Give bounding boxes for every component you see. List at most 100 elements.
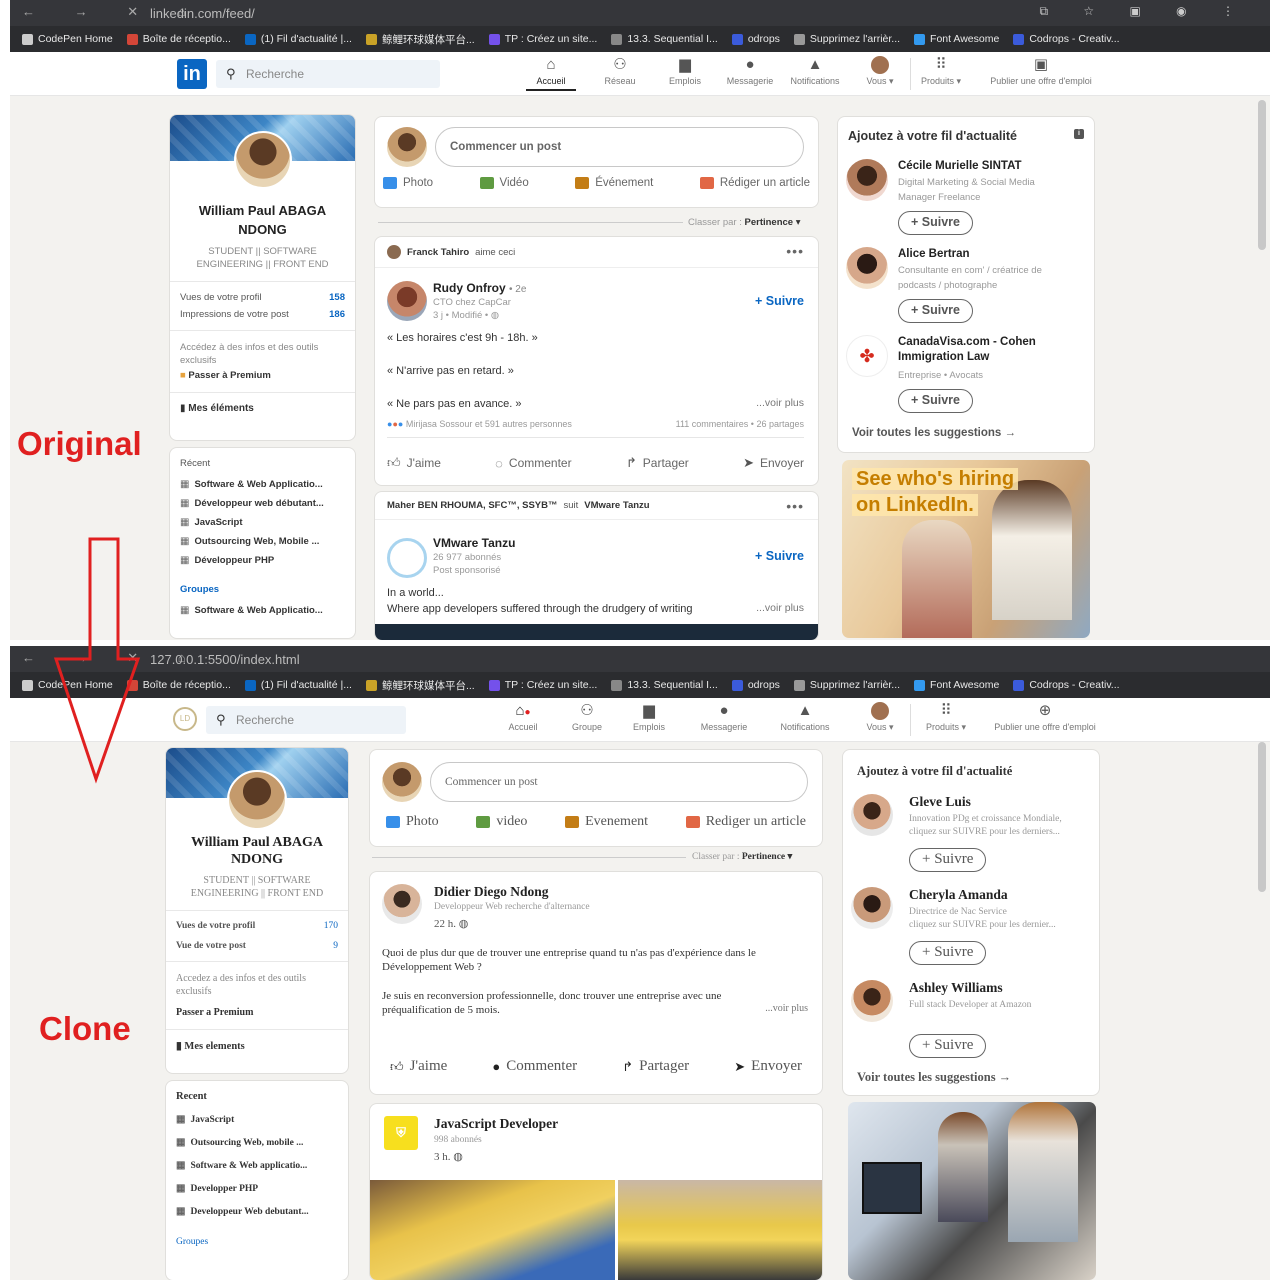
profile-views-row[interactable]: Vues de votre profil 170 bbox=[166, 921, 348, 931]
bookmark-item[interactable]: 13.3. Sequential I... bbox=[611, 679, 718, 691]
write-article-button[interactable]: Rédiger un article bbox=[699, 177, 810, 189]
avatar[interactable] bbox=[387, 245, 401, 259]
recent-item[interactable]: ▦ Software & Web Applicatio... bbox=[170, 475, 355, 494]
event-button[interactable]: Evenement bbox=[565, 814, 648, 830]
linkedin-logo[interactable]: in bbox=[177, 59, 207, 89]
nav-produits[interactable]: ⠿ Produits ▾ bbox=[916, 702, 976, 733]
suggestion-name[interactable]: Gleve Luis bbox=[909, 794, 971, 809]
my-items-link[interactable]: ▮ Mes éléments bbox=[170, 403, 355, 414]
address-bar[interactable]: ← → ✕ ⌂ linkedin.com/feed/ ⧉ ☆ ▣ ◉ ⋮ bbox=[10, 0, 1270, 26]
follow-button[interactable]: + Suivre bbox=[909, 1034, 987, 1058]
reactions-summary[interactable]: ●●● Mirijasa Sossour et 591 autres perso… bbox=[387, 419, 804, 429]
suggestion-avatar[interactable] bbox=[851, 887, 893, 929]
url-text[interactable]: linkedin.com/feed/ bbox=[150, 6, 255, 21]
javascript-logo[interactable]: ⛨ bbox=[384, 1116, 418, 1150]
bookmark-item[interactable]: Codrops - Creativ... bbox=[1013, 33, 1120, 45]
nav-publier-offre[interactable]: ⊕ Publier une offre d'emploi bbox=[980, 702, 1110, 732]
bookmark-item[interactable]: Supprimez l'arrièr... bbox=[793, 33, 900, 45]
bookmark-item[interactable]: (1) Fil d'actualité |... bbox=[244, 33, 352, 45]
scrollbar-thumb[interactable] bbox=[1258, 100, 1266, 250]
scrollbar-thumb[interactable] bbox=[1258, 742, 1266, 892]
suggestion-name[interactable]: Alice Bertran bbox=[898, 247, 970, 262]
suggestion-name[interactable]: Cécile Murielle SINTAT bbox=[898, 159, 1022, 174]
more-options-icon[interactable]: ••• bbox=[786, 498, 804, 514]
bookmark-item[interactable]: CodePen Home bbox=[22, 33, 113, 45]
company-logo[interactable]: ✤ bbox=[846, 335, 888, 377]
group-item[interactable]: ▦ Software & Web Applicatio... bbox=[170, 601, 355, 620]
groups-link[interactable]: Groupes bbox=[170, 570, 355, 601]
comment-button[interactable]: ● Commenter bbox=[492, 1058, 577, 1075]
info-icon[interactable]: i bbox=[1074, 129, 1084, 139]
more-options-icon[interactable]: ••• bbox=[786, 243, 804, 259]
bookmark-item[interactable]: Font Awesome bbox=[914, 679, 999, 691]
nav-accueil[interactable]: ⌂ Accueil bbox=[526, 56, 576, 91]
nav-vous[interactable]: Vous ▾ bbox=[858, 702, 902, 733]
bookmark-item[interactable]: Font Awesome bbox=[914, 33, 999, 45]
recent-item[interactable]: ▦ Outsourcing Web, Mobile ... bbox=[170, 532, 355, 551]
follow-button[interactable]: + Suivre bbox=[755, 294, 804, 308]
suggestion-avatar[interactable] bbox=[851, 794, 893, 836]
nav-vous[interactable]: Vous ▾ bbox=[858, 56, 902, 87]
recent-item[interactable]: ▦ JavaScript bbox=[170, 513, 355, 532]
share-button[interactable]: ↱ Partager bbox=[626, 455, 689, 471]
like-button[interactable]: 👍︎ J'aime bbox=[387, 455, 441, 471]
comment-button[interactable]: ◌ Commenter bbox=[495, 455, 571, 471]
search-input[interactable]: ⚲ Recherche bbox=[206, 706, 406, 734]
see-more-link[interactable]: ...voir plus bbox=[756, 602, 804, 614]
context-target[interactable]: VMware Tanzu bbox=[584, 500, 649, 511]
bookmark-item[interactable]: 鲸鲤环球媒体平台... bbox=[365, 678, 475, 693]
send-button[interactable]: ➤ Envoyer bbox=[734, 1058, 802, 1075]
nav-produits[interactable]: ⠿ Produits ▾ bbox=[916, 56, 966, 87]
premium-link[interactable]: ■ Passer à Premium bbox=[180, 369, 345, 382]
start-post-input[interactable]: Commencer un post bbox=[430, 762, 808, 802]
see-more-link[interactable]: ...voir plus bbox=[756, 397, 804, 409]
see-more-link[interactable]: ...voir plus bbox=[765, 1003, 808, 1014]
photo-button[interactable]: Photo bbox=[383, 177, 433, 189]
sort-dropdown[interactable]: Classer par : Pertinence ▾ bbox=[692, 851, 792, 862]
author-name[interactable]: Rudy Onfroy • 2e bbox=[433, 281, 526, 295]
url-text[interactable]: 127.0.0.1:5500/index.html bbox=[150, 652, 300, 667]
company-name[interactable]: VMware Tanzu bbox=[433, 536, 515, 550]
bookmark-item[interactable]: odrops bbox=[731, 33, 780, 45]
bookmark-item[interactable]: Boîte de réceptio... bbox=[126, 33, 231, 45]
bookmark-item[interactable]: Supprimez l'arrièr... bbox=[793, 679, 900, 691]
follow-button[interactable]: + Suivre bbox=[909, 848, 987, 872]
bookmark-item[interactable]: (1) Fil d'actualité |... bbox=[244, 679, 352, 691]
window-controls[interactable]: ⧉ ☆ ▣ ◉ ⋮ bbox=[1040, 4, 1250, 19]
recent-item[interactable]: ▦ Developpeur Web debutant... bbox=[166, 1200, 348, 1223]
nav-notifications[interactable]: ▲ Notifications bbox=[782, 56, 848, 86]
bookmark-item[interactable]: TP : Créez un site... bbox=[488, 33, 597, 45]
clone-logo[interactable]: LD bbox=[173, 707, 197, 731]
follow-button[interactable]: + Suivre bbox=[898, 389, 973, 413]
follow-button[interactable]: + Suivre bbox=[909, 941, 987, 965]
bookmark-item[interactable]: Boîte de réceptio... bbox=[126, 679, 231, 691]
recent-item[interactable]: ▦ Développeur PHP bbox=[170, 551, 355, 570]
comments-count[interactable]: 111 commentaires • 26 partages bbox=[676, 419, 804, 429]
post-image[interactable] bbox=[370, 1180, 615, 1280]
send-button[interactable]: ➤ Envoyer bbox=[743, 455, 804, 471]
premium-promo[interactable]: Accédez à des infos et des outils exclus… bbox=[170, 341, 355, 382]
profile-avatar[interactable] bbox=[227, 770, 287, 830]
nav-emplois[interactable]: ▆ Emplois bbox=[660, 56, 710, 86]
company-logo[interactable] bbox=[387, 538, 427, 578]
author-avatar[interactable] bbox=[387, 281, 427, 321]
nav-groupe[interactable]: ⚇ Groupe bbox=[562, 702, 612, 732]
post-image[interactable] bbox=[618, 1180, 822, 1280]
premium-promo[interactable]: Accedez a des infos et des outils exclus… bbox=[166, 972, 348, 1019]
recent-item[interactable]: ▦ Développeur web débutant... bbox=[170, 494, 355, 513]
see-all-suggestions-link[interactable]: Voir toutes les suggestions → bbox=[857, 1070, 1011, 1085]
nav-notifications[interactable]: ▲ Notifications bbox=[770, 702, 840, 732]
video-button[interactable]: video bbox=[476, 814, 527, 830]
nav-messagerie[interactable]: ● Messagerie bbox=[718, 56, 782, 86]
suggestion-avatar[interactable] bbox=[846, 247, 888, 289]
nav-messagerie[interactable]: ● Messagerie bbox=[694, 702, 754, 732]
suggestion-avatar[interactable] bbox=[846, 159, 888, 201]
event-button[interactable]: Événement bbox=[575, 177, 653, 189]
suggestion-name[interactable]: CanadaVisa.com - Cohen Immigration Law bbox=[898, 335, 1086, 365]
bookmark-item[interactable]: Codrops - Creativ... bbox=[1013, 679, 1120, 691]
recent-item[interactable]: ▦ Software & Web applicatio... bbox=[166, 1154, 348, 1177]
composer-avatar[interactable] bbox=[382, 762, 422, 802]
suggestion-name[interactable]: Ashley Williams bbox=[909, 980, 1003, 995]
profile-avatar[interactable] bbox=[233, 131, 292, 189]
follow-button[interactable]: + Suivre bbox=[898, 211, 973, 235]
